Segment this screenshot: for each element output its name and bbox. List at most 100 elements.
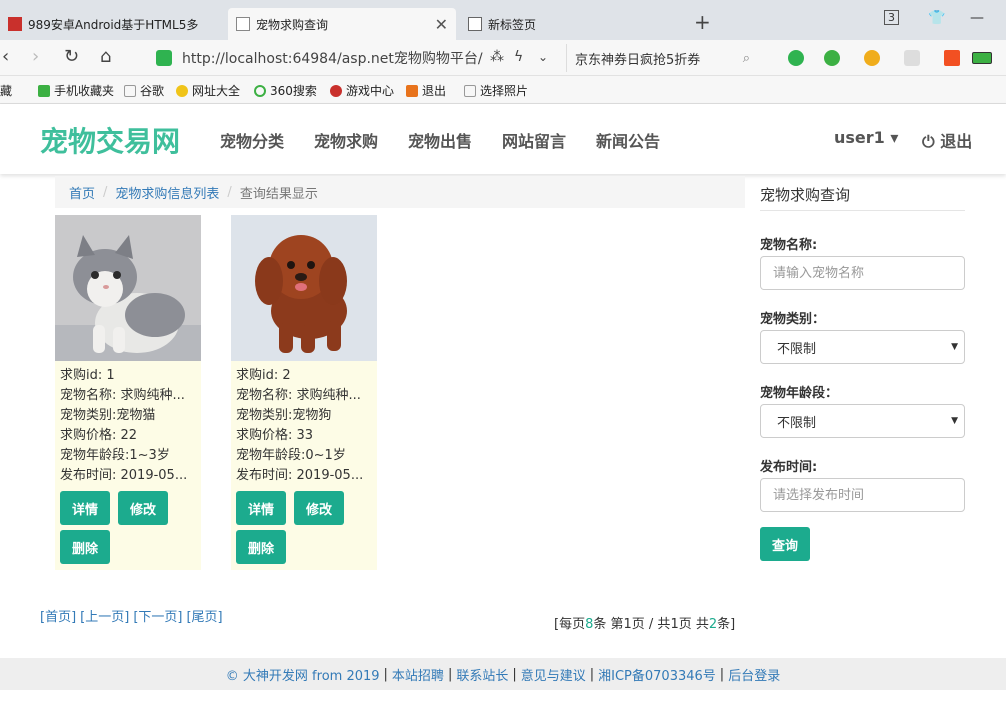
pet-card: 求购id: 1 宠物名称: 求购纯种... 宠物类别:宠物猫 求购价格: 22 … <box>55 215 201 570</box>
search-submit-button[interactable]: 查询 <box>760 527 811 561</box>
user-menu[interactable]: user1 ▾ <box>834 128 898 147</box>
total-count: 2 <box>708 617 718 632</box>
search-text: 京东神券日疯抢5折券 <box>575 52 701 68</box>
page-icon <box>124 84 136 97</box>
breadcrumb-list[interactable]: 宠物求购信息列表 <box>115 183 219 202</box>
wanted-id: 求购id: 2 <box>236 368 291 383</box>
pet-photo[interactable] <box>55 215 201 361</box>
site-favicon-icon <box>8 17 22 31</box>
current-page: 1 <box>623 617 632 632</box>
pet-name-input[interactable] <box>760 256 965 290</box>
detail-button[interactable]: 详情 <box>236 491 287 525</box>
browser-tab-2[interactable]: 宠物求购查询 ✕ <box>228 8 456 40</box>
bookmark-item[interactable]: 手机收藏夹 <box>38 82 114 99</box>
home-icon[interactable]: ⌂ <box>100 46 111 67</box>
site-footer: © 大神开发网 from 2019 | 本站招聘 | 联系站长 | 意见与建议 … <box>0 658 1006 690</box>
bookmark-item[interactable]: 360搜索 <box>254 82 317 99</box>
nav-link-pet-category[interactable]: 宠物分类 <box>220 128 284 152</box>
pet-age: 宠物年龄段:0~1岁 <box>236 448 346 463</box>
footer-link-jobs[interactable]: 本站招聘 <box>392 665 444 684</box>
first-page-link[interactable]: [首页] <box>40 610 76 625</box>
browser-tab-3[interactable]: 新标签页 <box>460 8 680 40</box>
footer-link-admin-login[interactable]: 后台登录 <box>728 665 780 684</box>
prev-page-link[interactable]: [上一页] <box>80 610 129 625</box>
footer-link-icp[interactable]: 湘ICP备0703346号 <box>598 665 716 684</box>
bookmarks-bar: 藏 手机收藏夹 谷歌 网址大全 360搜索 游戏中心 退出 选择照片 <box>0 76 1006 104</box>
bookmark-item[interactable]: 藏 <box>0 82 12 99</box>
pet-photo[interactable] <box>231 215 377 361</box>
search-icon[interactable]: ⌕ <box>743 51 750 66</box>
pet-info: 求购id: 1 宠物名称: 求购纯种... 宠物类别:宠物猫 求购价格: 22 … <box>60 366 198 486</box>
lightning-icon[interactable]: ϟ <box>514 49 523 65</box>
nav-link-pet-sale[interactable]: 宠物出售 <box>408 128 472 152</box>
publish-time: 发布时间: 2019-05... <box>236 468 364 483</box>
page-icon <box>236 17 250 31</box>
site-brand[interactable]: 宠物交易网 <box>40 120 180 160</box>
pet-age-select[interactable]: 不限制 ▼ <box>760 404 965 438</box>
scissors-icon[interactable] <box>788 50 804 66</box>
sidebar-divider <box>760 210 965 211</box>
minimize-icon[interactable]: — <box>970 10 984 26</box>
last-page-link[interactable]: [尾页] <box>186 610 222 625</box>
pet-age-label: 宠物年龄段： <box>760 386 839 401</box>
search-box[interactable]: 京东神券日疯抢5折券 ⌕ <box>566 44 756 72</box>
apps-icon[interactable]: ⁂ <box>490 49 504 65</box>
next-page-link[interactable]: [下一页] <box>133 610 182 625</box>
url-text: http://localhost:64984/asp.net宠物购物平台/ <box>182 51 483 67</box>
battery-icon <box>972 52 992 64</box>
tab-title: 989安卓Android基于HTML5多 <box>28 17 199 32</box>
nav-link-news[interactable]: 新闻公告 <box>596 128 660 152</box>
publish-time: 发布时间: 2019-05... <box>60 468 188 483</box>
delete-button[interactable]: 删除 <box>236 530 287 564</box>
translate-icon[interactable] <box>824 50 840 66</box>
security-shield-icon <box>156 50 172 66</box>
publish-time-label: 发布时间: <box>760 460 818 475</box>
pagination: [首页] [上一页] [下一页] [尾页] <box>40 606 227 625</box>
power-icon: ⏻ <box>922 132 935 151</box>
reload-icon[interactable]: ↻ <box>64 46 79 67</box>
breadcrumb-home[interactable]: 首页 <box>69 183 95 202</box>
pet-info: 求购id: 2 宠物名称: 求购纯种... 宠物类别:宠物狗 求购价格: 33 … <box>236 366 374 486</box>
bookmark-item[interactable]: 谷歌 <box>124 82 164 99</box>
edit-button[interactable]: 修改 <box>118 491 169 525</box>
chevron-down-icon[interactable]: ⌄ <box>538 50 548 64</box>
publish-time-input[interactable] <box>760 478 965 512</box>
shirt-icon[interactable]: 👕 <box>928 10 945 26</box>
nav-link-pet-wanted[interactable]: 宠物求购 <box>314 128 378 152</box>
new-tab-button[interactable]: + <box>694 10 711 34</box>
logout-button[interactable]: ⏻ 退出 <box>922 128 972 152</box>
gamepad-icon[interactable] <box>904 50 920 66</box>
tab-title: 宠物求购查询 <box>256 17 329 32</box>
delete-button[interactable]: 删除 <box>60 530 111 564</box>
close-tab-icon[interactable]: ✕ <box>435 15 448 34</box>
pet-type: 宠物类别:宠物狗 <box>236 408 332 423</box>
sidebar-title: 宠物求购查询 <box>760 186 851 204</box>
pet-age: 宠物年龄段:1~3岁 <box>60 448 170 463</box>
coupon-icon[interactable] <box>864 50 880 66</box>
bookmark-item[interactable]: 退出 <box>406 82 446 99</box>
page-icon <box>464 84 476 97</box>
pet-type-select[interactable]: 不限制 ▼ <box>760 330 965 364</box>
caret-down-icon: ▼ <box>951 416 958 426</box>
bookmark-item[interactable]: 选择照片 <box>464 82 528 99</box>
wanted-price: 求购价格: 33 <box>236 428 314 443</box>
apps-grid-icon[interactable] <box>944 50 960 66</box>
bookmark-item[interactable]: 网址大全 <box>176 82 240 99</box>
back-icon[interactable]: ‹ <box>2 46 9 67</box>
nav-link-message[interactable]: 网站留言 <box>502 128 566 152</box>
detail-button[interactable]: 详情 <box>60 491 111 525</box>
pet-name: 宠物名称: 求购纯种... <box>236 388 361 403</box>
tab-count-badge[interactable]: 3 <box>884 10 899 25</box>
edit-button[interactable]: 修改 <box>294 491 345 525</box>
bookmark-item[interactable]: 游戏中心 <box>330 82 394 99</box>
footer-copyright: © 大神开发网 from 2019 <box>225 668 380 684</box>
pet-name: 宠物名称: 求购纯种... <box>60 388 185 403</box>
tab-title: 新标签页 <box>488 17 537 32</box>
forward-icon[interactable]: › <box>32 46 39 67</box>
total-pages: 1 <box>670 617 679 632</box>
pet-type-value: 不限制 <box>777 341 817 357</box>
footer-link-contact[interactable]: 联系站长 <box>456 665 508 684</box>
footer-link-feedback[interactable]: 意见与建议 <box>521 665 586 684</box>
breadcrumb: 首页 / 宠物求购信息列表 / 查询结果显示 <box>55 176 745 208</box>
browser-tab-1[interactable]: 989安卓Android基于HTML5多 <box>0 8 220 40</box>
